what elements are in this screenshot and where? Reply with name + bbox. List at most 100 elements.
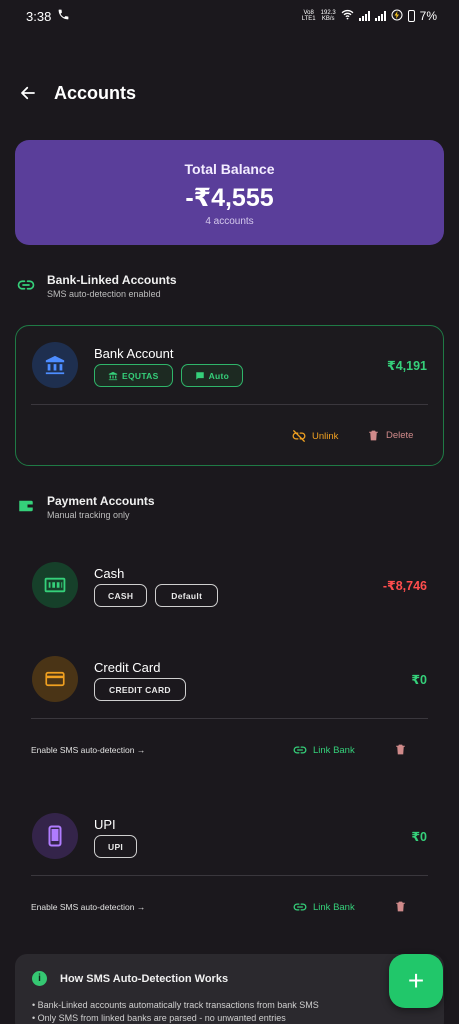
upi-divider xyxy=(31,875,428,876)
credit-card-link-bank-label: Link Bank xyxy=(313,744,355,756)
cash-account-row[interactable]: Cash CASH Default -₹8,746 xyxy=(16,562,443,612)
add-account-button[interactable]: + xyxy=(389,954,443,1008)
credit-card-link-bank-button[interactable]: Link Bank xyxy=(293,743,355,757)
delete-label: Delete xyxy=(386,430,414,441)
payment-section-subtitle: Manual tracking only xyxy=(47,510,130,520)
info-header: i How SMS Auto-Detection Works xyxy=(32,971,228,986)
bank-section-subtitle: SMS auto-detection enabled xyxy=(47,289,161,299)
unlink-label: Unlink xyxy=(312,430,339,442)
bank-name-label: EQUTAS xyxy=(122,370,159,381)
cash-name: Cash xyxy=(94,566,125,581)
wallet-icon xyxy=(16,496,36,516)
bank-account-row[interactable]: Bank Account EQUTAS Auto ₹4,191 xyxy=(16,342,443,392)
battery-percent: 7% xyxy=(419,9,437,23)
credit-card-type-label: CREDIT CARD xyxy=(109,684,171,695)
credit-card-divider xyxy=(31,718,428,719)
page-title: Accounts xyxy=(54,82,137,103)
bank-icon xyxy=(45,355,65,375)
bank-account-chips: EQUTAS Auto xyxy=(94,364,244,387)
cash-type-chip: CASH xyxy=(94,584,148,607)
payment-section-title: Payment Accounts xyxy=(47,494,155,508)
info-title: How SMS Auto-Detection Works xyxy=(60,972,229,985)
back-button[interactable] xyxy=(18,83,38,103)
credit-card-name: Credit Card xyxy=(94,660,161,675)
phone-icon xyxy=(57,8,70,24)
auto-chip: Auto xyxy=(180,364,244,387)
payment-section-texts: Payment Accounts Manual tracking only xyxy=(47,494,155,520)
bank-account-amount: ₹4,191 xyxy=(387,359,427,373)
upi-link-bank-label: Link Bank xyxy=(313,901,355,913)
status-right: Vo8 LTE1 192.3 KB/s 7% xyxy=(302,9,437,24)
arrow-left-icon xyxy=(21,86,35,100)
info-icon: i xyxy=(32,971,47,986)
total-balance-card: Total Balance -₹4,555 4 accounts xyxy=(15,140,444,245)
bank-avatar xyxy=(32,342,78,388)
delete-button[interactable]: Delete xyxy=(367,429,413,442)
status-left: 3:38 xyxy=(26,8,70,24)
info-lines: • Bank-Linked accounts automatically tra… xyxy=(32,999,319,1024)
bank-account-card[interactable]: Bank Account EQUTAS Auto ₹4,191 Unlink D… xyxy=(15,325,444,466)
message-icon xyxy=(195,371,204,380)
credit-card-delete-button[interactable] xyxy=(394,743,407,756)
info-line-2: • Only SMS from linked banks are parsed … xyxy=(32,1013,286,1023)
upi-link-bank-button[interactable]: Link Bank xyxy=(293,900,355,914)
trash-icon xyxy=(396,901,405,912)
credit-card-chips: CREDIT CARD xyxy=(94,678,186,701)
credit-card-account-row[interactable]: Credit Card CREDIT CARD ₹0 xyxy=(16,656,443,706)
speed-bottom: KB/s xyxy=(321,16,335,22)
bank-linked-section-header: Bank-Linked Accounts SMS auto-detection … xyxy=(16,273,177,299)
plus-icon: + xyxy=(407,965,425,996)
bank-section-title: Bank-Linked Accounts xyxy=(47,273,177,287)
cash-amount: -₹8,746 xyxy=(382,579,427,593)
signal-icon xyxy=(358,11,370,21)
network-speed: 192.3 KB/s xyxy=(321,10,336,22)
unlink-button[interactable]: Unlink xyxy=(292,429,338,443)
status-bar: 3:38 Vo8 LTE1 192.3 KB/s 7% xyxy=(0,0,459,32)
upi-type-chip: UPI xyxy=(94,835,138,858)
bank-name-chip: EQUTAS xyxy=(94,364,173,387)
credit-card-avatar xyxy=(32,656,78,702)
upi-chips: UPI xyxy=(94,835,138,858)
cash-icon xyxy=(44,577,66,593)
battery-icon xyxy=(407,10,415,22)
bank-small-icon xyxy=(108,371,118,380)
account-count: 4 accounts xyxy=(205,216,254,227)
upi-amount: ₹0 xyxy=(411,830,427,844)
cash-avatar xyxy=(32,562,78,608)
cash-chips: CASH Default xyxy=(94,584,219,607)
link-icon xyxy=(293,903,307,911)
info-line-1: • Bank-Linked accounts automatically tra… xyxy=(32,1000,319,1010)
upi-account-row[interactable]: UPI UPI ₹0 xyxy=(16,813,443,863)
default-label: Default xyxy=(171,590,203,601)
upi-type-label: UPI xyxy=(108,841,124,852)
link-icon xyxy=(293,746,307,754)
bank-card-divider xyxy=(31,404,428,405)
wifi-icon xyxy=(341,9,354,23)
signal-2-icon xyxy=(374,11,386,21)
app-bar: Accounts xyxy=(0,72,459,114)
phone-icon xyxy=(48,825,62,847)
upi-avatar xyxy=(32,813,78,859)
credit-card-sms-hint[interactable]: Enable SMS auto-detection → xyxy=(31,745,145,755)
credit-card-type-chip: CREDIT CARD xyxy=(94,678,186,701)
default-chip: Default xyxy=(155,584,219,607)
sms-info-card: i How SMS Auto-Detection Works • Bank-Li… xyxy=(15,954,444,1024)
trash-icon xyxy=(369,430,378,441)
network-bottom: LTE1 xyxy=(301,16,316,22)
payment-accounts-section-header: Payment Accounts Manual tracking only xyxy=(16,494,155,520)
total-balance-label: Total Balance xyxy=(184,161,275,177)
upi-sms-hint[interactable]: Enable SMS auto-detection → xyxy=(31,902,145,912)
network-type: Vo8 LTE1 xyxy=(302,10,316,22)
auto-label: Auto xyxy=(208,370,230,381)
upi-delete-button[interactable] xyxy=(394,900,407,913)
cash-type-label: CASH xyxy=(108,590,134,601)
credit-card-icon xyxy=(45,671,65,687)
status-time: 3:38 xyxy=(26,8,52,24)
link-off-icon xyxy=(292,430,306,442)
link-icon xyxy=(16,275,36,295)
credit-card-amount: ₹0 xyxy=(411,673,427,687)
bank-section-texts: Bank-Linked Accounts SMS auto-detection … xyxy=(47,273,177,299)
trash-icon xyxy=(396,744,405,755)
total-balance-value: -₹4,555 xyxy=(185,184,274,212)
upi-name: UPI xyxy=(94,817,116,832)
